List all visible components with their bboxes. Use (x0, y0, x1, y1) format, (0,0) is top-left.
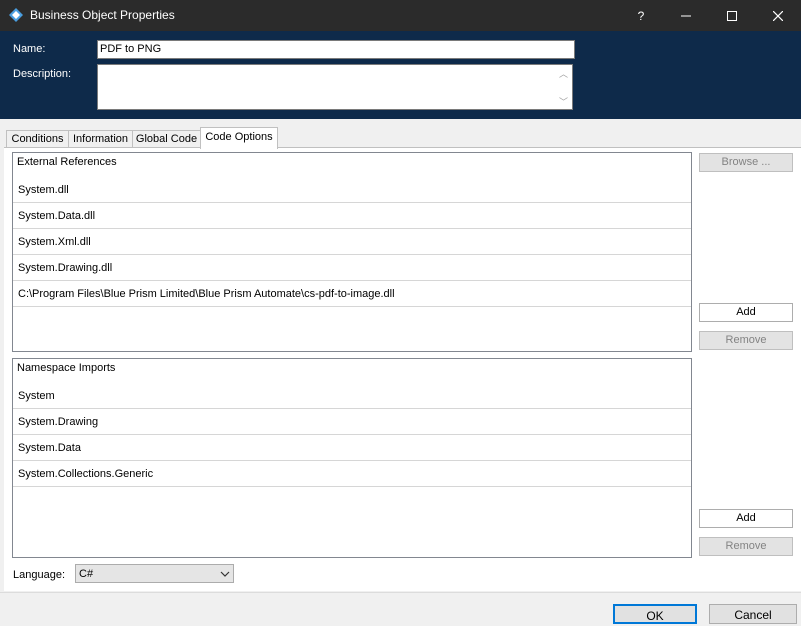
language-select[interactable]: C# (75, 564, 234, 583)
add-reference-button[interactable]: Add (699, 303, 793, 322)
list-item[interactable]: System.Drawing.dll (13, 255, 691, 281)
minimize-icon (681, 15, 691, 16)
maximize-button[interactable] (709, 0, 755, 31)
list-item[interactable]: System.dll (13, 177, 691, 203)
external-references-header: External References (17, 156, 117, 168)
list-item[interactable]: C:\Program Files\Blue Prism Limited\Blue… (13, 281, 691, 307)
tab-global-code[interactable]: Global Code (132, 130, 201, 148)
scroll-down-icon[interactable]: ﹀ (559, 95, 568, 108)
language-selected-value: C# (79, 568, 94, 580)
ok-button[interactable]: OK (613, 604, 697, 624)
scroll-up-icon[interactable]: ︿ (559, 67, 568, 80)
cancel-button[interactable]: Cancel (709, 604, 797, 624)
remove-namespace-button[interactable]: Remove (699, 537, 793, 556)
browse-button[interactable]: Browse ... (699, 153, 793, 172)
description-label: Description: (13, 68, 72, 80)
external-references-list[interactable]: External References System.dll System.Da… (12, 152, 692, 352)
chevron-down-icon (220, 565, 230, 591)
language-label: Language: (13, 569, 65, 581)
namespace-imports-list[interactable]: Namespace Imports System System.Drawing … (12, 358, 692, 558)
list-item[interactable]: System.Drawing (13, 409, 691, 435)
tab-conditions[interactable]: Conditions (6, 130, 69, 148)
description-field[interactable]: ︿ ﹀ (97, 64, 573, 110)
help-icon: ? (637, 8, 645, 23)
tab-information[interactable]: Information (68, 130, 133, 148)
add-namespace-button[interactable]: Add (699, 509, 793, 528)
name-field[interactable]: PDF to PNG (97, 40, 575, 59)
footer-separator (0, 592, 801, 593)
list-item[interactable]: System.Xml.dll (13, 229, 691, 255)
tab-code-options[interactable]: Code Options (200, 127, 278, 149)
list-item[interactable]: System.Data.dll (13, 203, 691, 229)
maximize-icon (727, 10, 737, 21)
list-item[interactable]: System (13, 383, 691, 409)
title-bar: Business Object Properties ? (0, 0, 801, 31)
blue-prism-object-icon (9, 8, 23, 22)
close-icon (773, 10, 783, 21)
help-button[interactable]: ? (618, 0, 664, 31)
minimize-button[interactable] (663, 0, 709, 31)
namespace-imports-header: Namespace Imports (17, 362, 116, 374)
close-button[interactable] (755, 0, 801, 31)
properties-header: Name: PDF to PNG Description: ︿ ﹀ (0, 31, 801, 119)
name-label: Name: (13, 43, 46, 55)
description-scrollbar[interactable]: ︿ ﹀ (556, 65, 572, 109)
remove-reference-button[interactable]: Remove (699, 331, 793, 350)
list-item[interactable]: System.Collections.Generic (13, 461, 691, 487)
window-title: Business Object Properties (30, 8, 175, 22)
list-item[interactable]: System.Data (13, 435, 691, 461)
